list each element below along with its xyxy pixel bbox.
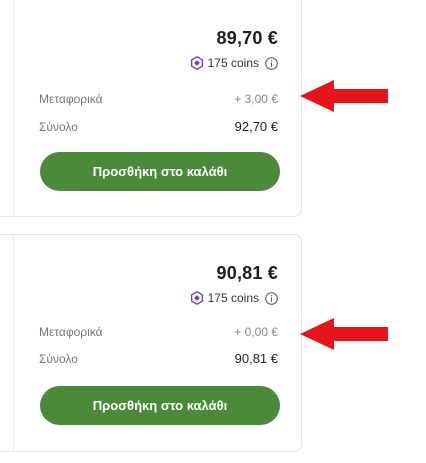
offer-price: 89,70 € (216, 28, 278, 48)
card-divider (13, 235, 14, 451)
coins-info: 175 coins (190, 56, 278, 70)
red-arrow-annotation (300, 80, 388, 112)
shipping-value: + 0,00 € (234, 325, 278, 339)
card-divider (13, 0, 14, 216)
shipping-label: Μεταφορικά (39, 325, 103, 339)
coin-icon (190, 291, 203, 305)
shipping-row: Μεταφορικά + 0,00 € (39, 325, 278, 339)
offer-card: 90,81 € 175 coins Μεταφορικά + 0,00 € Σύ… (0, 234, 302, 452)
total-label: Σύνολο (39, 119, 78, 134)
total-value: 92,70 € (234, 119, 278, 134)
offer-price: 90,81 € (216, 263, 278, 283)
add-to-cart-button[interactable]: Προσθήκη στο καλάθι (40, 152, 280, 191)
total-label: Σύνολο (39, 351, 78, 366)
shipping-label: Μεταφορικά (39, 92, 103, 106)
coin-icon (190, 56, 203, 70)
coins-text: 175 coins (207, 291, 259, 305)
screenshot-canvas: 89,70 € 175 coins Μεταφορικά + 3,00 € Σύ… (0, 0, 426, 463)
red-arrow-annotation (300, 318, 388, 350)
coins-text: 175 coins (207, 56, 259, 70)
shipping-value: + 3,00 € (234, 92, 278, 106)
offer-card: 89,70 € 175 coins Μεταφορικά + 3,00 € Σύ… (0, 0, 302, 217)
shipping-row: Μεταφορικά + 3,00 € (39, 92, 278, 106)
info-icon[interactable] (265, 291, 278, 305)
total-value: 90,81 € (234, 351, 278, 366)
info-icon[interactable] (265, 56, 278, 70)
total-row: Σύνολο 90,81 € (39, 351, 278, 366)
total-row: Σύνολο 92,70 € (39, 119, 278, 134)
coins-info: 175 coins (190, 291, 278, 305)
add-to-cart-button[interactable]: Προσθήκη στο καλάθι (40, 386, 280, 425)
